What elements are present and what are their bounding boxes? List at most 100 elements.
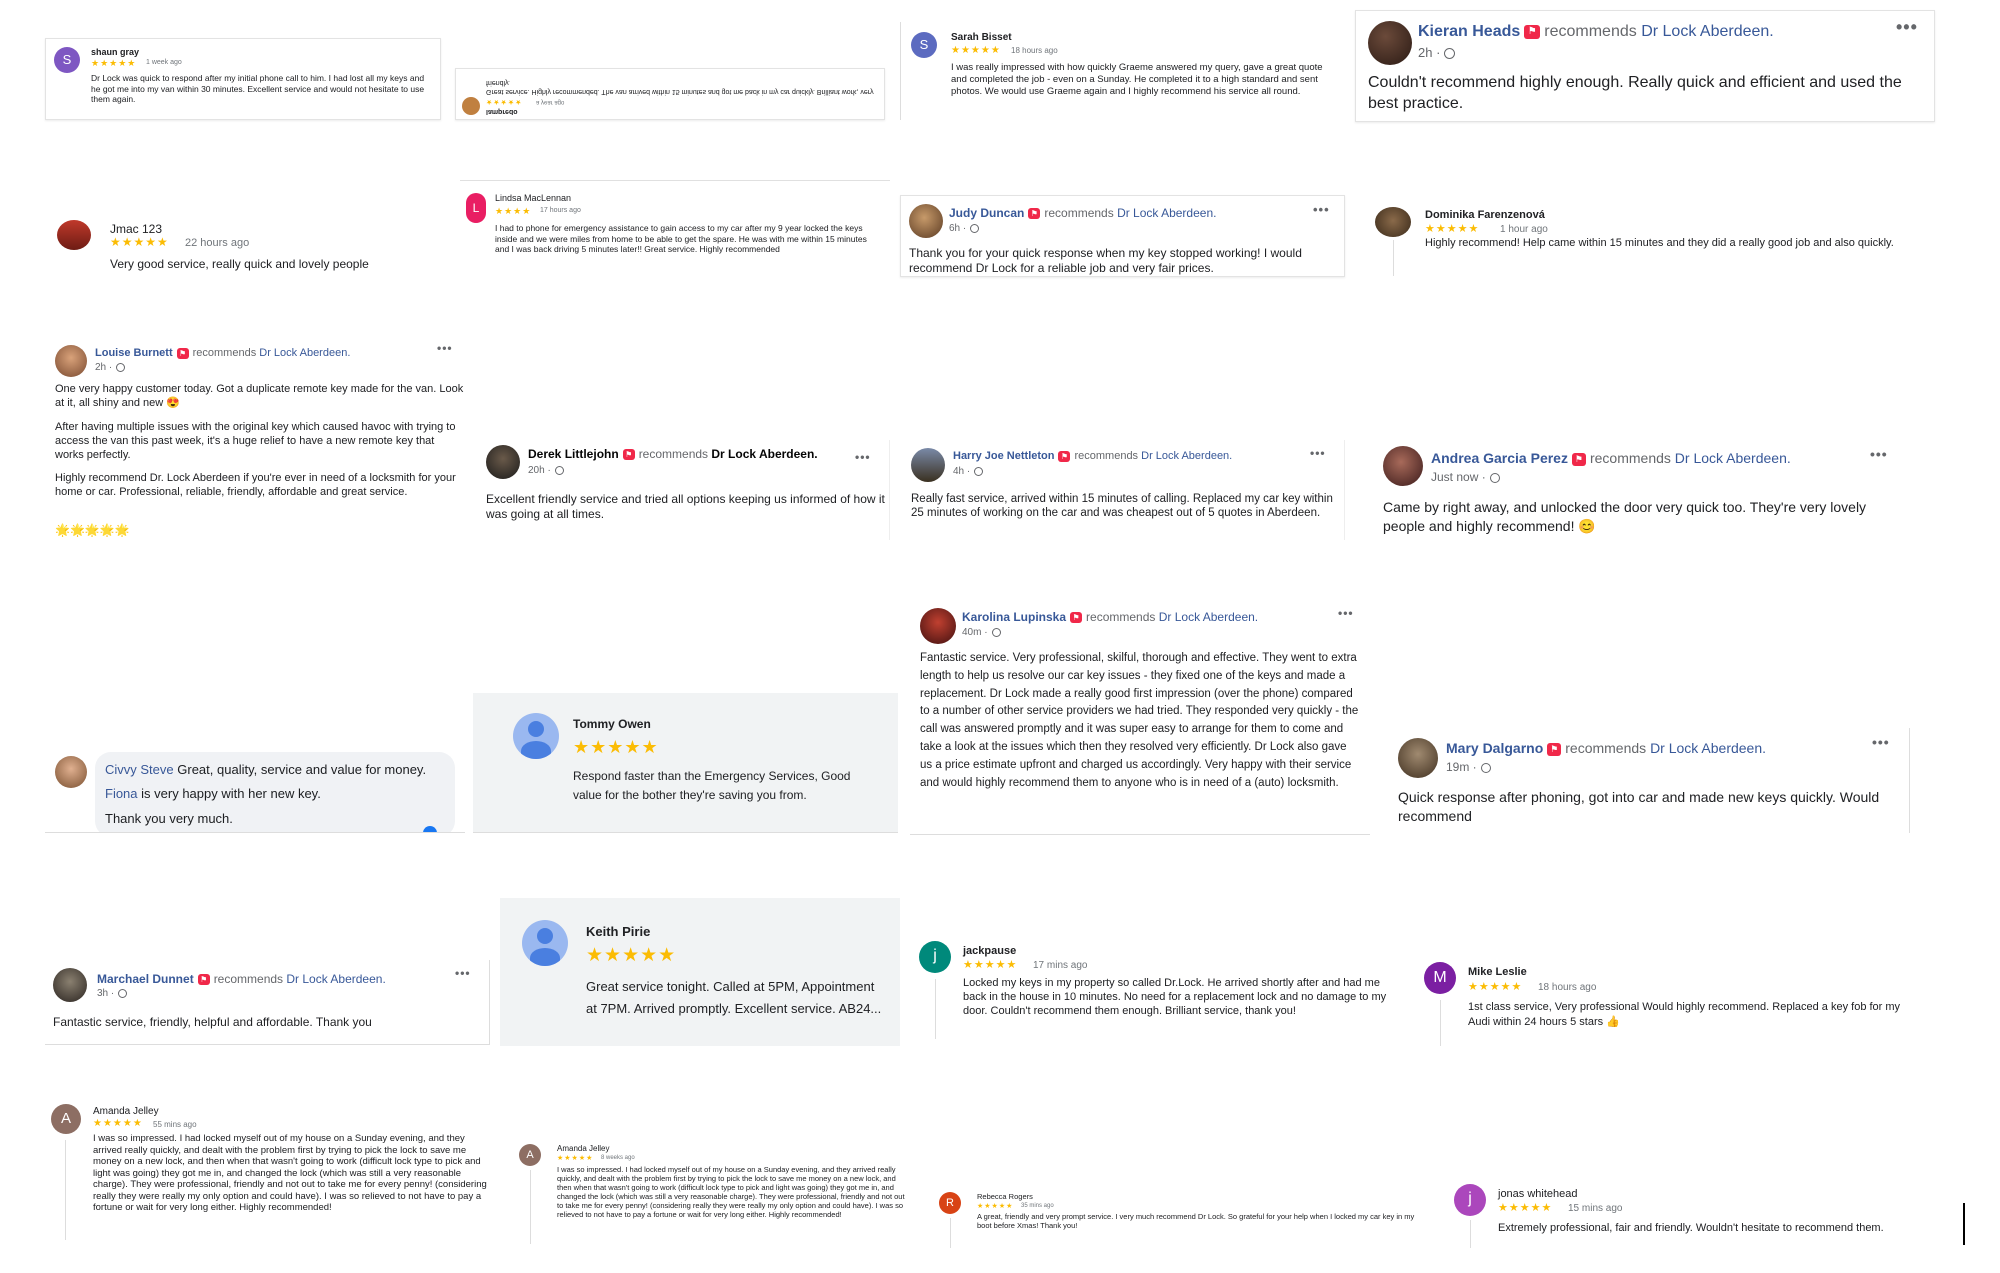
review-text: Couldn't recommend highly enough. Really… [1368, 74, 1902, 112]
review-card-mike: M Mike Leslie ★★★★★ 18 hours ago 1st cla… [1420, 958, 1920, 1050]
reviewer-name: Dominika Farenzenová [1425, 209, 1545, 221]
review-card-keith: Keith Pirie ★★★★★ Great service tonight.… [500, 898, 900, 1046]
review-time: 22 hours ago [185, 237, 250, 249]
reviewer-name[interactable]: Marchael Dunnet [97, 972, 194, 986]
avatar: j [919, 941, 951, 973]
reviewer-name: jackpause [963, 945, 1017, 957]
reviewer-name: Lindsa MacLennan [495, 193, 572, 203]
more-options-icon[interactable]: ••• [1896, 17, 1918, 38]
avatar [911, 448, 945, 482]
review-text: Highly recommend! Help came within 15 mi… [1425, 237, 1894, 249]
review-text: Dr Lock was quick to respond after my in… [91, 73, 425, 105]
avatar: A [51, 1104, 81, 1134]
review-card-amanda-1: A Amanda Jelley ★★★★★ 55 mins ago I was … [45, 1100, 495, 1248]
more-options-icon[interactable]: ••• [1313, 202, 1330, 217]
reviewer-name[interactable]: Derek Littlejohn [528, 447, 619, 461]
post-meta: 20h · [528, 465, 564, 476]
review-time: 18 hours ago [1538, 982, 1597, 993]
recommend-flag-icon: ⚑ [197, 974, 210, 986]
review-text: 1st class service, Very professional Wou… [1468, 1001, 1901, 1029]
avatar: S [54, 47, 80, 73]
more-options-icon[interactable]: ••• [1310, 446, 1326, 460]
avatar [1398, 738, 1438, 778]
avatar [513, 713, 559, 759]
recommendation-header: Louise Burnett ⚑ recommends Dr Lock Aberde… [95, 347, 351, 359]
reviewer-name: lampredo [486, 108, 518, 115]
review-paragraph-1: One very happy customer today. Got a dup… [55, 383, 464, 409]
review-card-rebecca: R Rebecca Rogers ★★★★★ 35 mins ago A gre… [935, 1188, 1435, 1250]
recommend-flag-icon: ⚑ [1070, 612, 1083, 624]
more-options-icon[interactable]: ••• [437, 341, 453, 355]
page-link[interactable]: Dr Lock Aberdeen. [1141, 450, 1232, 462]
avatar [1375, 207, 1411, 237]
reviewer-name[interactable]: Andrea Garcia Perez [1431, 450, 1568, 466]
review-card-kieran: Kieran Heads ⚑ recommends Dr Lock Aberdeen… [1355, 10, 1935, 122]
reviewer-name[interactable]: Mary Dalgarno [1446, 740, 1543, 756]
rating-stars: ★★★★ [495, 206, 532, 216]
avatar [462, 97, 480, 115]
reviewer-name[interactable]: Harry Joe Nettleton [953, 450, 1054, 462]
review-text: Very good service, really quick and love… [110, 257, 369, 271]
review-time: 18 hours ago [1011, 46, 1058, 55]
post-meta: 40m · [962, 627, 1001, 638]
like-icon [423, 826, 437, 832]
reviewer-name[interactable]: Judy Duncan [949, 206, 1024, 220]
reviewer-name[interactable]: Louise Burnett [95, 347, 173, 359]
reviewer-name[interactable]: Karolina Lupinska [962, 610, 1066, 624]
more-options-icon[interactable]: ••• [1870, 446, 1888, 462]
avatar [55, 756, 87, 788]
avatar: M [1424, 962, 1456, 994]
globe-icon [116, 362, 126, 372]
reviewer-name[interactable]: Kieran Heads [1418, 23, 1520, 40]
comment-line-1: Civvy Steve Great, quality, service and … [105, 762, 427, 777]
globe-icon [554, 465, 564, 475]
more-options-icon[interactable]: ••• [1872, 734, 1890, 750]
page-link[interactable]: Dr Lock Aberdeen. [1641, 23, 1774, 40]
more-options-icon[interactable]: ••• [855, 450, 871, 464]
page-link[interactable]: Dr Lock Aberdeen. [711, 447, 817, 461]
more-options-icon[interactable]: ••• [1338, 606, 1354, 620]
review-card-shaun: S shaun gray ★★★★★ 1 week ago Dr Lock wa… [45, 38, 441, 120]
commenter-name[interactable]: Civvy Steve [105, 762, 174, 777]
review-text: Locked my keys in my property so called … [963, 977, 1387, 1017]
review-card-tommy: Tommy Owen ★★★★★ Respond faster than the… [473, 693, 898, 833]
recommendation-header: Harry Joe Nettleton ⚑ recommends Dr Lock A… [953, 450, 1233, 462]
review-paragraph-3: Highly recommend Dr. Lock Aberdeen if yo… [55, 472, 456, 498]
review-text: Excellent friendly service and tried all… [486, 492, 885, 521]
review-card-judy: Judy Duncan ⚑ recommends Dr Lock Aberdeen.… [900, 195, 1345, 277]
reviewer-name: Sarah Bisset [951, 32, 1012, 43]
page-link[interactable]: Dr Lock Aberdeen. [259, 347, 350, 359]
review-time: 35 mins ago [1021, 1203, 1054, 1209]
mention-link[interactable]: Fiona [105, 786, 138, 801]
avatar [1383, 446, 1423, 486]
review-time: 15 mins ago [1568, 1203, 1623, 1214]
review-text: Extremely professional, fair and friendl… [1498, 1222, 1884, 1234]
review-card-lindsa: L Lindsa MacLennan ★★★★ 17 hours ago I h… [460, 180, 890, 285]
recommend-flag-icon: ⚑ [1524, 24, 1541, 39]
star-emojis: 🌟🌟🌟🌟🌟 [55, 523, 130, 537]
avatar [522, 920, 568, 966]
review-card-mary: Mary Dalgarno ⚑ recommends Dr Lock Aberdee… [1390, 728, 1910, 833]
globe-icon [970, 223, 980, 233]
recommendation-header: Kieran Heads ⚑ recommends Dr Lock Aberdeen… [1418, 23, 1774, 40]
page-link[interactable]: Dr Lock Aberdeen. [286, 972, 385, 986]
globe-icon [118, 988, 128, 998]
review-text: Great service. Highly recommended. The v… [486, 79, 874, 95]
rating-stars: ★★★★★ [93, 1118, 143, 1129]
more-options-icon[interactable]: ••• [455, 966, 471, 980]
review-text: Quick response after phoning, got into c… [1398, 789, 1880, 824]
comment-line-3: Thank you very much. [105, 811, 233, 826]
page-link[interactable]: Dr Lock Aberdeen. [1117, 206, 1216, 220]
page-link[interactable]: Dr Lock Aberdeen. [1675, 450, 1791, 466]
post-meta: 3h · [97, 988, 128, 999]
review-card-karolina: Karolina Lupinska ⚑ recommends Dr Lock Abe… [910, 600, 1370, 835]
page-link[interactable]: Dr Lock Aberdeen. [1159, 610, 1258, 624]
reviewer-name: Amanda Jelley [93, 1106, 159, 1117]
rating-stars: ★★★★★ [586, 945, 677, 966]
review-text: Great service tonight. Called at 5PM, Ap… [586, 979, 882, 1017]
review-text: Fantastic service, friendly, helpful and… [53, 1015, 372, 1029]
review-card-sarah: S Sarah Bisset ★★★★★ 18 hours ago I was … [900, 22, 1336, 120]
page-link[interactable]: Dr Lock Aberdeen. [1650, 740, 1766, 756]
recommend-flag-icon: ⚑ [622, 449, 635, 461]
review-text: I had to phone for emergency assistance … [495, 223, 867, 255]
